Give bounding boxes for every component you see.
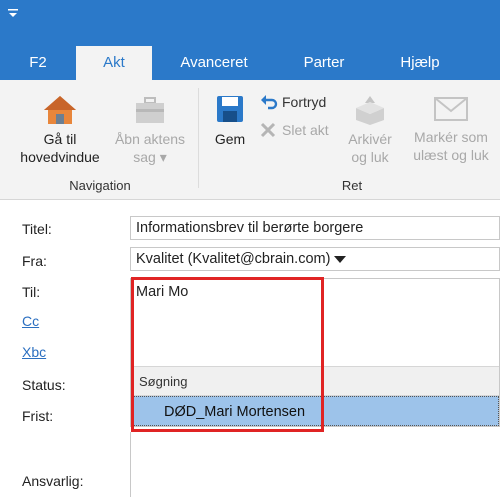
tab-akt[interactable]: Akt — [76, 46, 152, 80]
title-label: Titel: — [22, 221, 52, 237]
undo-icon — [261, 95, 278, 110]
from-label: Fra: — [22, 253, 47, 269]
ribbon-separator — [198, 88, 199, 188]
from-value: Kvalitet (Kvalitet@cbrain.com) — [136, 251, 331, 267]
ribbon-tab-strip: F2 Akt Avanceret Parter Hjælp — [0, 46, 500, 80]
archive-box-icon — [356, 96, 384, 125]
tab-parter[interactable]: Parter — [290, 46, 358, 80]
goto-main-window-button[interactable]: Gå til hovedvindue — [10, 94, 110, 166]
quick-access-dropdown-icon[interactable] — [8, 9, 18, 19]
open-case-line2: sag ▾ — [133, 149, 167, 165]
tab-hjaelp[interactable]: Hjælp — [392, 46, 448, 80]
ribbon: Gå til hovedvindue Åbn aktens sag ▾ Navi… — [0, 80, 500, 200]
annotation-highlight-box — [131, 277, 324, 432]
goto-main-line2: hovedvindue — [20, 149, 100, 165]
tab-f2[interactable]: F2 — [14, 46, 62, 80]
save-label: Gem — [214, 131, 246, 147]
title-bar — [0, 0, 500, 46]
open-case-button[interactable]: Åbn aktens sag ▾ — [108, 94, 192, 166]
mark-unread-close-button[interactable]: Markér som ulæst og luk — [404, 94, 498, 164]
save-button[interactable]: Gem — [206, 94, 254, 148]
title-input[interactable]: Informationsbrev til berørte borgere — [130, 216, 500, 240]
from-select[interactable]: Kvalitet (Kvalitet@cbrain.com) — [130, 247, 500, 271]
home-icon — [44, 96, 76, 124]
status-label: Status: — [22, 377, 66, 393]
delete-x-icon — [260, 122, 276, 138]
envelope-icon — [434, 97, 468, 121]
goto-main-line1: Gå til — [43, 131, 77, 147]
deadline-label: Frist: — [22, 408, 54, 424]
undo-label: Fortryd — [282, 94, 327, 110]
ret-group-label: Ret — [341, 178, 363, 193]
open-case-line1: Åbn aktens — [114, 131, 186, 147]
delete-act-label: Slet akt — [282, 122, 329, 138]
chevron-down-icon[interactable] — [334, 255, 347, 263]
cc-link[interactable]: Cc — [22, 313, 39, 329]
delete-act-button[interactable]: Slet akt — [260, 120, 340, 140]
responsible-field-area[interactable] — [130, 432, 500, 497]
navigation-group-label: Navigation — [69, 178, 131, 193]
bcc-link[interactable]: Xbc — [22, 344, 46, 360]
undo-button[interactable]: Fortryd — [260, 92, 340, 112]
tab-avanceret[interactable]: Avanceret — [170, 46, 258, 80]
to-label: Til: — [22, 284, 41, 300]
mark-unread-line1: Markér som — [414, 129, 488, 145]
save-icon — [217, 96, 243, 122]
mark-unread-line2: ulæst og luk — [413, 147, 489, 163]
briefcase-icon — [136, 97, 164, 123]
archive-close-button[interactable]: Arkivér og luk — [338, 94, 402, 166]
archive-line1: Arkivér — [348, 131, 392, 147]
responsible-label: Ansvarlig: — [22, 473, 84, 489]
archive-line2: og luk — [351, 149, 389, 165]
